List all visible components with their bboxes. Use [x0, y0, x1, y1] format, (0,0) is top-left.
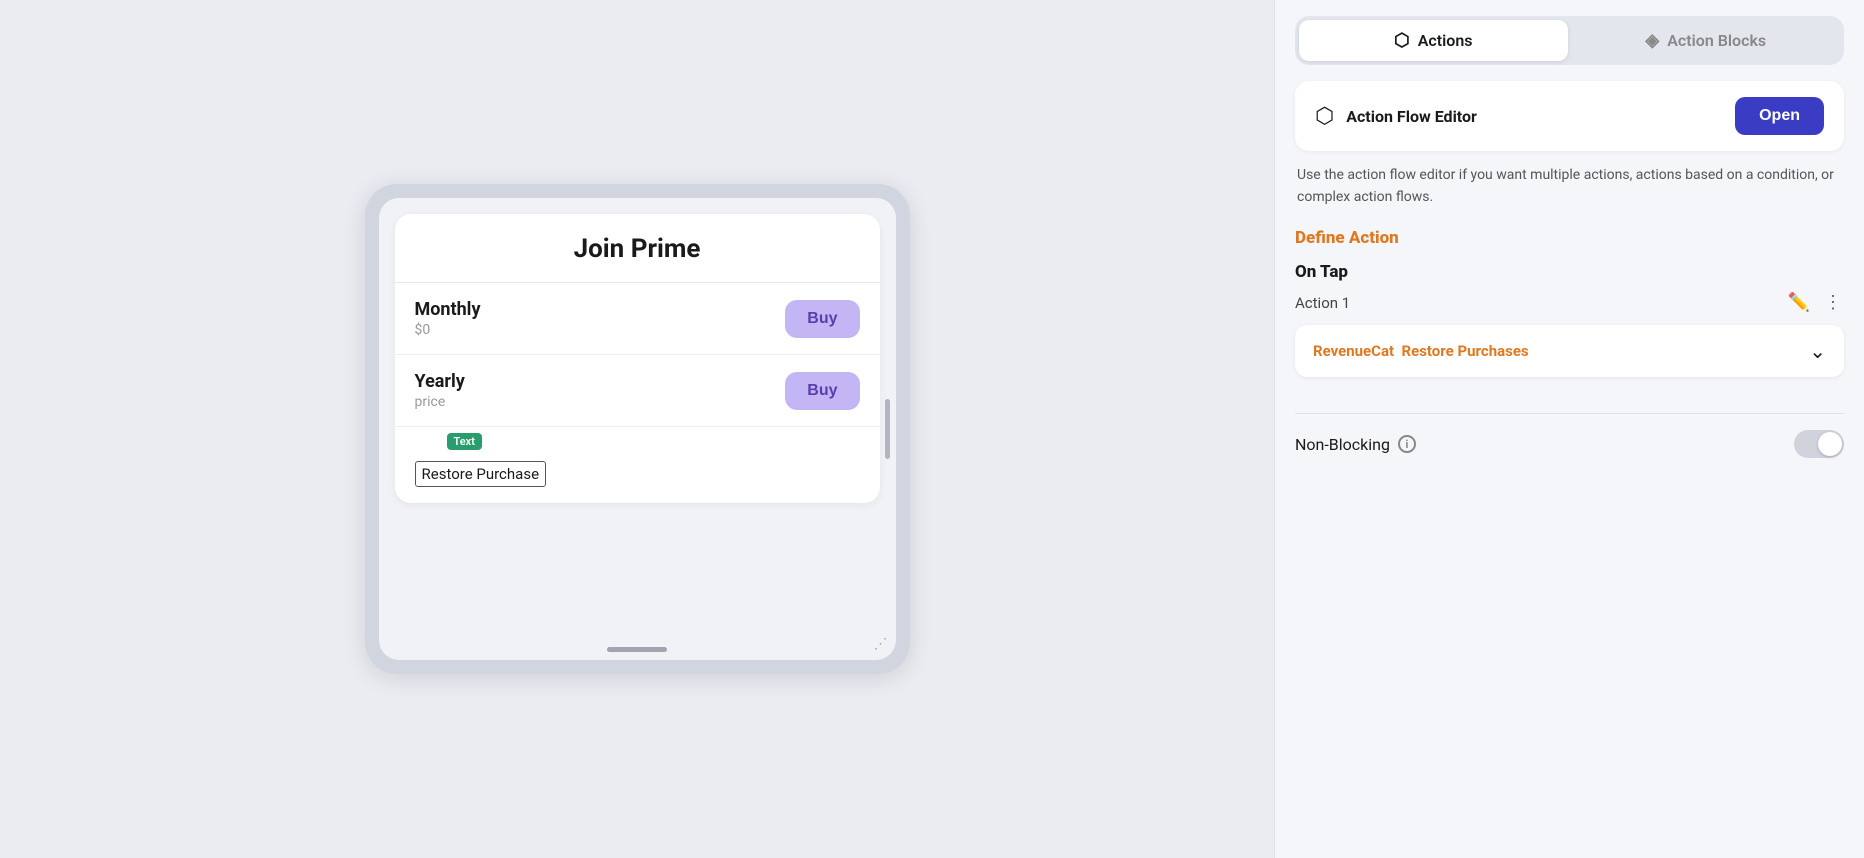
non-blocking-row: Non-Blocking i: [1295, 426, 1844, 462]
define-action-label: Define Action: [1295, 228, 1844, 248]
non-blocking-toggle[interactable]: [1794, 430, 1844, 458]
preview-card: Join Prime Monthly $0 Buy Yearly price B…: [395, 214, 880, 503]
tab-action-blocks[interactable]: ◈ Action Blocks: [1572, 20, 1841, 61]
card-title: Join Prime: [395, 214, 880, 283]
action-icons: ✏️ ⋮: [1786, 290, 1844, 315]
editor-description: Use the action flow editor if you want m…: [1295, 165, 1844, 208]
chevron-down-icon: ⌄: [1809, 339, 1826, 363]
device-home-bar: [607, 647, 667, 652]
yearly-plan-name: Yearly: [415, 371, 465, 392]
editor-label: Action Flow Editor: [1346, 107, 1477, 126]
device-inner: Join Prime Monthly $0 Buy Yearly price B…: [379, 198, 896, 660]
device-scrollbar: [885, 399, 890, 459]
restore-purchases-label: Restore Purchases: [1402, 342, 1529, 360]
monthly-plan-row: Monthly $0 Buy: [395, 283, 880, 355]
yearly-buy-button[interactable]: Buy: [785, 372, 859, 410]
editor-flow-icon: ⬡: [1315, 104, 1334, 129]
action-blocks-icon: ◈: [1645, 30, 1659, 51]
yearly-plan-info: Yearly price: [415, 371, 465, 410]
revenue-cat-label: RevenueCat: [1313, 342, 1394, 360]
device-grip-icon: ⋰: [874, 636, 888, 650]
editor-box: ⬡ Action Flow Editor Open: [1295, 81, 1844, 151]
editor-box-left: ⬡ Action Flow Editor: [1315, 104, 1477, 129]
monthly-buy-button[interactable]: Buy: [785, 300, 859, 338]
actions-tab-label: Actions: [1418, 31, 1473, 50]
monthly-plan-price: $0: [415, 322, 481, 338]
action-row: Action 1 ✏️ ⋮: [1295, 290, 1844, 315]
revenue-cat-text: RevenueCat Restore Purchases: [1313, 342, 1529, 360]
right-panel: ⬡ Actions ◈ Action Blocks ⬡ Action Flow …: [1274, 0, 1864, 858]
toggle-knob: [1818, 432, 1842, 456]
monthly-plan-name: Monthly: [415, 299, 481, 320]
revenue-cat-row[interactable]: RevenueCat Restore Purchases ⌄: [1295, 325, 1844, 377]
open-editor-button[interactable]: Open: [1735, 97, 1824, 135]
more-options-button[interactable]: ⋮: [1822, 290, 1844, 315]
text-tooltip: Text: [447, 433, 482, 450]
left-panel: Join Prime Monthly $0 Buy Yearly price B…: [0, 0, 1274, 858]
monthly-plan-info: Monthly $0: [415, 299, 481, 338]
tabs-row: ⬡ Actions ◈ Action Blocks: [1295, 16, 1844, 65]
non-blocking-label: Non-Blocking: [1295, 435, 1390, 454]
restore-purchase-text: Restore Purchase: [415, 461, 547, 487]
restore-area: Text Restore Purchase: [395, 427, 880, 503]
info-icon[interactable]: i: [1398, 435, 1416, 453]
action-name: Action 1: [1295, 294, 1350, 312]
tab-actions[interactable]: ⬡ Actions: [1299, 20, 1568, 61]
on-tap-label: On Tap: [1295, 262, 1844, 282]
action-blocks-tab-label: Action Blocks: [1667, 31, 1766, 50]
device-frame: Join Prime Monthly $0 Buy Yearly price B…: [365, 184, 910, 674]
edit-action-button[interactable]: ✏️: [1786, 290, 1812, 315]
actions-icon: ⬡: [1394, 30, 1410, 51]
yearly-plan-price: price: [415, 394, 465, 410]
divider: [1295, 413, 1844, 414]
non-blocking-left: Non-Blocking i: [1295, 435, 1416, 454]
yearly-plan-row: Yearly price Buy: [395, 355, 880, 427]
